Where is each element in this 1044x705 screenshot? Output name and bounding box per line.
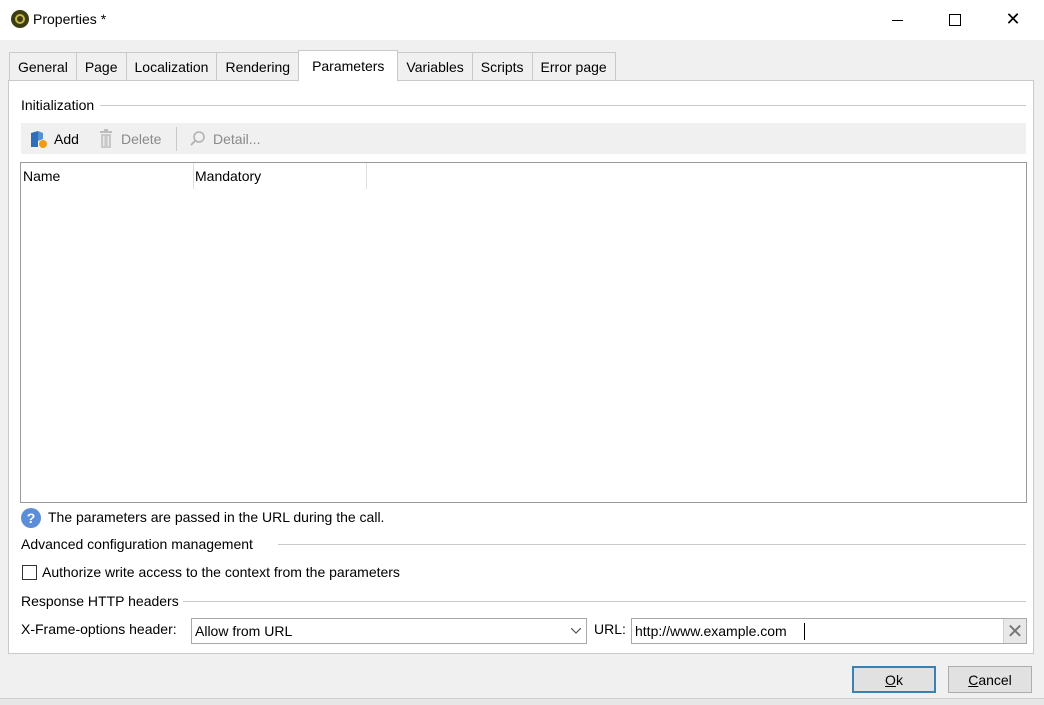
tab-localization[interactable]: Localization bbox=[125, 52, 218, 80]
xframe-label: X-Frame-options header: bbox=[21, 621, 177, 637]
xframe-select[interactable]: Allow from URL bbox=[191, 618, 587, 644]
advanced-group-label: Advanced configuration management bbox=[21, 536, 255, 552]
authorize-write-label[interactable]: Authorize write access to the context fr… bbox=[42, 564, 400, 580]
add-button[interactable]: Add bbox=[29, 123, 79, 154]
detail-button[interactable]: Detail... bbox=[189, 123, 260, 154]
minimize-button[interactable] bbox=[868, 0, 926, 40]
close-button[interactable]: ✕ bbox=[984, 0, 1042, 40]
column-header-mandatory[interactable]: Mandatory bbox=[194, 163, 367, 189]
info-text: The parameters are passed in the URL dur… bbox=[48, 509, 385, 525]
group-divider bbox=[278, 544, 1026, 545]
tab-general[interactable]: General bbox=[9, 52, 77, 80]
magnifier-icon bbox=[190, 130, 205, 146]
cancel-button[interactable]: Cancel bbox=[948, 666, 1032, 693]
add-icon bbox=[31, 130, 47, 148]
ok-mnemonic: O bbox=[885, 671, 896, 688]
parameters-grid[interactable]: Name Mandatory bbox=[20, 162, 1027, 503]
cancel-mnemonic: C bbox=[968, 671, 979, 688]
group-divider bbox=[100, 105, 1026, 106]
initialization-toolbar: Add Delete Detail... bbox=[21, 123, 1026, 154]
minimize-icon bbox=[891, 19, 903, 21]
trash-icon bbox=[100, 128, 112, 148]
cancel-label: ancel bbox=[978, 671, 1012, 688]
tab-scripts[interactable]: Scripts bbox=[471, 52, 533, 80]
ok-button[interactable]: Ok bbox=[852, 666, 936, 693]
http-headers-group-label: Response HTTP headers bbox=[21, 593, 181, 609]
title-bar: Properties * ✕ bbox=[0, 0, 1044, 40]
column-header-name[interactable]: Name bbox=[21, 163, 194, 189]
tab-error-page[interactable]: Error page bbox=[531, 52, 616, 80]
url-value: http://www.example.com bbox=[635, 623, 787, 639]
help-icon: ? bbox=[21, 508, 41, 528]
tab-rendering[interactable]: Rendering bbox=[216, 52, 300, 80]
tab-variables[interactable]: Variables bbox=[397, 52, 473, 80]
delete-button[interactable]: Delete bbox=[97, 123, 161, 154]
add-label: Add bbox=[54, 130, 79, 147]
xframe-value: Allow from URL bbox=[195, 623, 293, 639]
initialization-group-label: Initialization bbox=[21, 97, 97, 113]
tab-bar: General Page Localization Rendering Para… bbox=[9, 50, 616, 81]
tab-page[interactable]: Page bbox=[75, 52, 127, 80]
url-label: URL: bbox=[594, 621, 626, 637]
authorize-write-checkbox[interactable] bbox=[22, 565, 37, 580]
window-title: Properties * bbox=[33, 11, 107, 27]
maximize-icon bbox=[949, 14, 961, 26]
toolbar-separator bbox=[176, 127, 177, 151]
chevron-down-icon[interactable] bbox=[566, 619, 586, 643]
tab-parameters[interactable]: Parameters bbox=[298, 50, 399, 81]
clear-icon[interactable]: ✕ bbox=[1003, 619, 1026, 643]
url-input[interactable]: http://www.example.com ✕ bbox=[631, 618, 1027, 644]
ok-label: k bbox=[895, 671, 903, 688]
app-icon bbox=[11, 10, 29, 28]
detail-label: Detail... bbox=[213, 130, 261, 147]
group-divider bbox=[183, 601, 1026, 602]
text-caret bbox=[804, 623, 805, 640]
delete-label: Delete bbox=[121, 130, 162, 147]
maximize-button[interactable] bbox=[926, 0, 984, 40]
close-icon: ✕ bbox=[1005, 9, 1021, 30]
